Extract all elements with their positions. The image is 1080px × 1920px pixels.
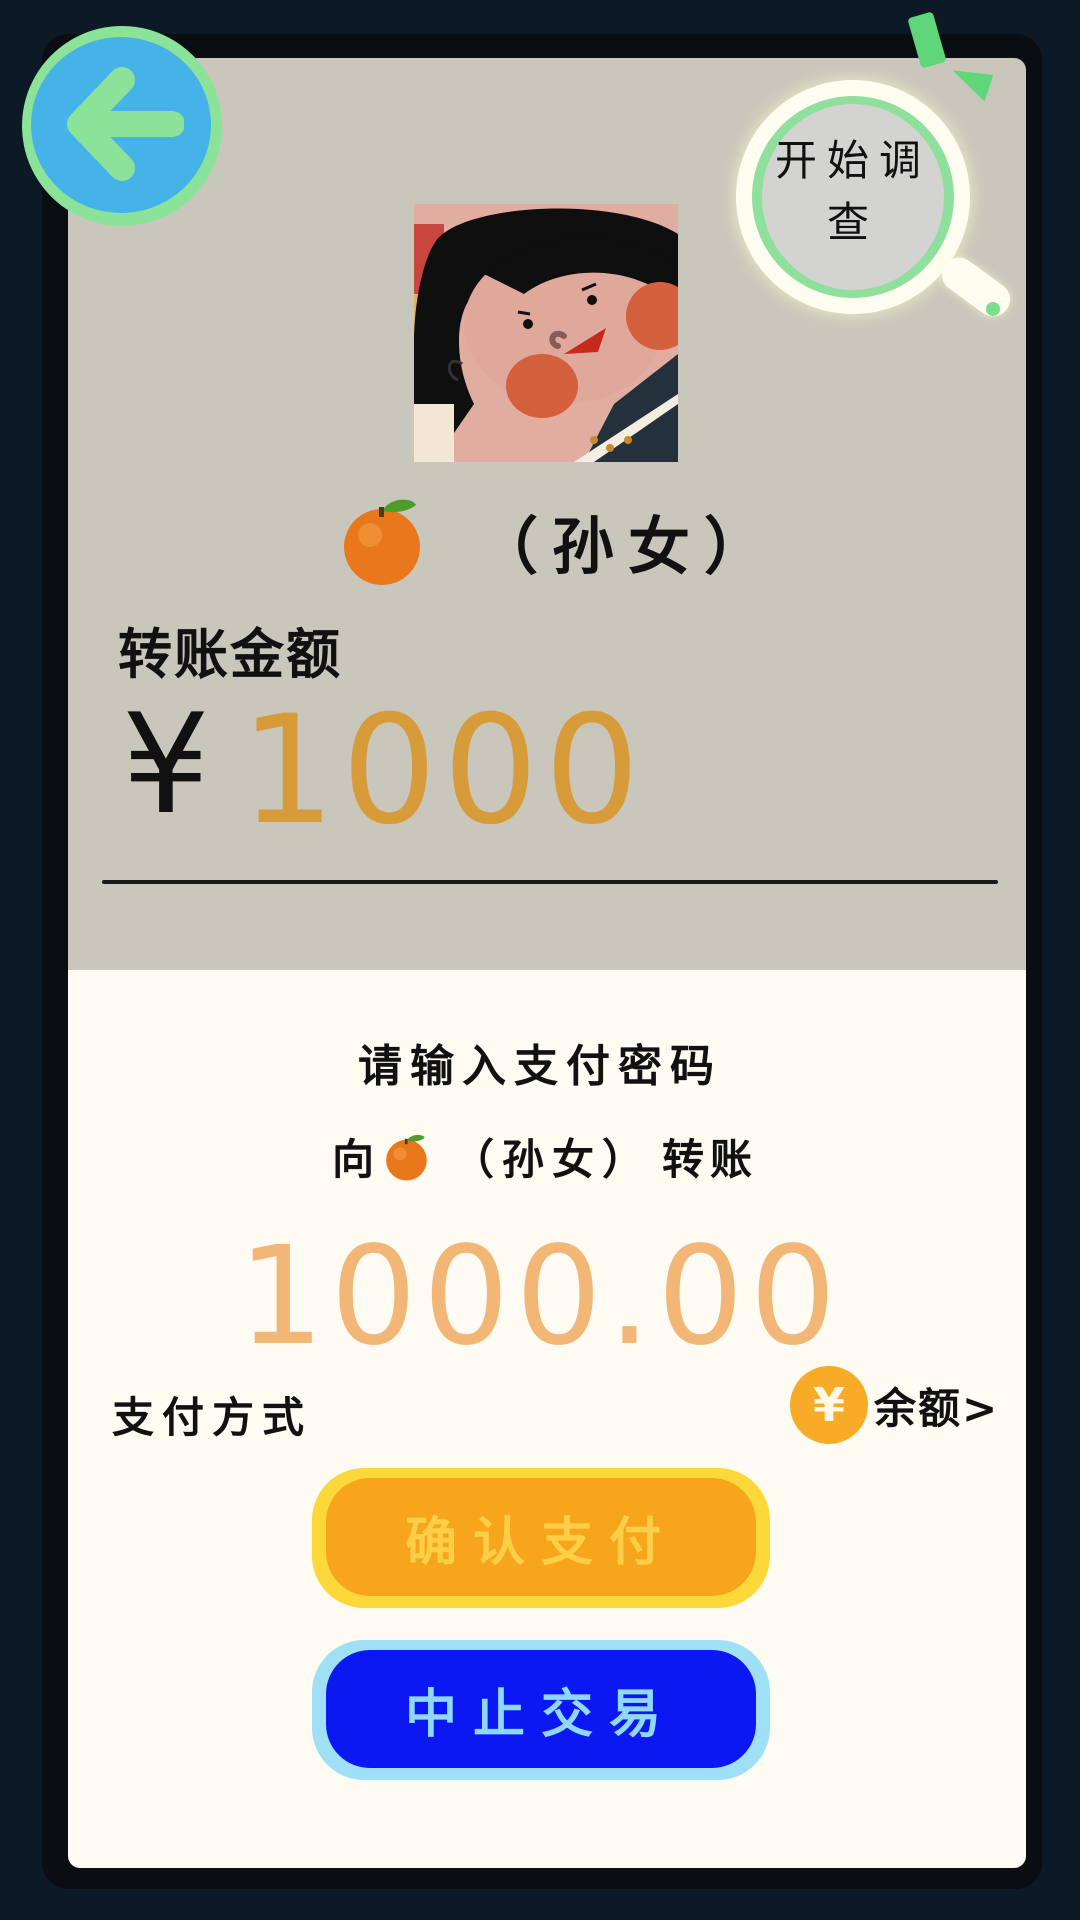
transfer-to-name: （孙女） <box>452 1135 653 1184</box>
payment-amount: 1000.00 <box>237 1218 843 1376</box>
magnifier-handle <box>935 250 1017 324</box>
payment-method-value: 余额> <box>874 1383 1000 1433</box>
transfer-recipient-line: 向 （孙女） 转账 <box>332 1126 758 1187</box>
arrow-left-icon <box>67 67 184 181</box>
start-investigation-label: 开始调查 <box>774 136 931 247</box>
transfer-to-prefix: 向 <box>332 1135 381 1184</box>
abort-transaction-label: 中止交易 <box>326 1650 756 1768</box>
confirm-payment-label: 确认支付 <box>326 1478 756 1596</box>
transfer-amount-input[interactable]: 1000 <box>240 696 646 846</box>
tangerine-icon <box>384 1132 430 1182</box>
back-button[interactable] <box>22 26 222 226</box>
recipient-name: （孙女） <box>476 510 781 583</box>
payment-password-title: 请输入支付密码 <box>358 1041 722 1092</box>
recipient-avatar <box>414 204 678 462</box>
start-investigation-button[interactable]: 开始调查 <box>728 11 1018 332</box>
payment-method-selector[interactable]: ¥ 余额> <box>790 1366 999 1444</box>
payment-method-label: 支付方式 <box>112 1393 313 1442</box>
abort-transaction-button[interactable]: 中止交易 <box>312 1640 770 1780</box>
amount-underline <box>102 880 998 884</box>
sparkle-decoration <box>907 11 947 69</box>
game-screen: 开始调查 （孙女） 转账金额 ¥ 1000 请输入支付密码 向 （孙女） 转账 … <box>0 0 1080 1920</box>
recipient-row: （孙女） <box>340 495 780 587</box>
transfer-amount-label: 转账金额 <box>118 623 342 686</box>
currency-symbol: ¥ <box>122 684 210 845</box>
sparkle-decoration <box>947 63 994 102</box>
tangerine-icon <box>340 495 426 587</box>
confirm-payment-button[interactable]: 确认支付 <box>312 1468 770 1608</box>
yuan-coin-icon: ¥ <box>790 1366 868 1444</box>
transfer-to-suffix: 转账 <box>662 1135 759 1184</box>
magnifier-handle-dot <box>986 302 1000 316</box>
